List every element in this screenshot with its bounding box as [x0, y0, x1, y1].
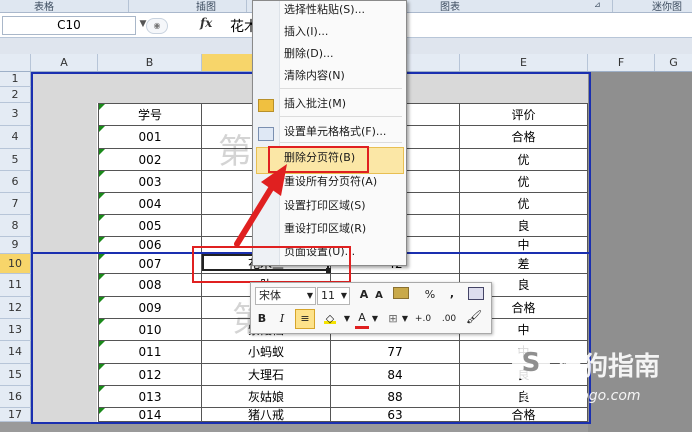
- menu-item-9[interactable]: 重设打印区域(R): [284, 221, 366, 237]
- row-header-5[interactable]: 5: [0, 149, 31, 171]
- column-header-g[interactable]: G: [655, 54, 692, 71]
- borders-icon[interactable]: ⊞: [385, 311, 401, 327]
- folder-icon: [258, 99, 274, 112]
- dialog-launcher-icon[interactable]: ⊿: [594, 0, 601, 9]
- row-header-8[interactable]: 8: [0, 215, 31, 237]
- brand-url: zhinan.sogo.com: [522, 388, 641, 404]
- menu-item-5[interactable]: 设置单元格格式(F)...: [284, 124, 386, 140]
- shrink-font-button[interactable]: A: [373, 288, 385, 304]
- accounting-format-icon[interactable]: [391, 287, 411, 303]
- row-header-10[interactable]: 10: [0, 254, 31, 274]
- italic-button[interactable]: I: [275, 311, 289, 327]
- grow-font-button[interactable]: A: [357, 287, 371, 303]
- menu-separator: [280, 142, 402, 143]
- increase-decimal-button[interactable]: +.0: [411, 311, 435, 327]
- format-painter-table-icon[interactable]: [467, 287, 485, 303]
- ribbon-group-tables: 表格: [34, 2, 54, 13]
- row-header-16[interactable]: 16: [0, 386, 31, 408]
- font-size-select[interactable]: 11 ▼: [317, 287, 350, 305]
- comma-button[interactable]: ,: [447, 286, 457, 302]
- sogou-logo-icon: S: [512, 344, 550, 382]
- fill-color-dropdown-icon[interactable]: ▼: [343, 311, 351, 327]
- row-header-7[interactable]: 7: [0, 193, 31, 215]
- name-box[interactable]: C10: [2, 16, 136, 35]
- row-header-9[interactable]: 9: [0, 237, 31, 254]
- decrease-decimal-button[interactable]: .00: [437, 311, 461, 327]
- menu-item-3[interactable]: 清除内容(N): [284, 68, 345, 84]
- brand-name: 搜狗指南: [556, 352, 661, 382]
- percent-button[interactable]: %: [423, 287, 437, 303]
- borders-dropdown-icon[interactable]: ▼: [401, 311, 409, 327]
- row-header-12[interactable]: 12: [0, 297, 31, 319]
- insert-function-icon[interactable]: fx: [200, 16, 212, 30]
- row-header-4[interactable]: 4: [0, 126, 31, 149]
- mini-toolbar: 宋体 ▼ 11 ▼ A A % , B I ≡ ◇ ▼ A ▼ ⊞ ▼ +.0 .0…: [250, 282, 492, 334]
- row-header-13[interactable]: 13: [0, 319, 31, 341]
- bold-button[interactable]: B: [255, 311, 269, 327]
- column-header-b[interactable]: B: [98, 54, 202, 71]
- annotation-box-cell: [192, 246, 351, 283]
- row-header-14[interactable]: 14: [0, 341, 31, 364]
- formula-bar-resize-icon[interactable]: ◉: [146, 18, 168, 34]
- annotation-arrow: [234, 164, 287, 247]
- menu-item-4[interactable]: 插入批注(M): [284, 96, 346, 112]
- ribbon-group-charts: 图表: [440, 2, 460, 13]
- menu-separator: [280, 116, 402, 117]
- column-header-e[interactable]: E: [460, 54, 588, 71]
- column-header-a[interactable]: A: [31, 54, 98, 71]
- center-align-icon[interactable]: ≡: [295, 309, 315, 329]
- row-header-6[interactable]: 6: [0, 171, 31, 193]
- font-name-select[interactable]: 宋体 ▼: [255, 287, 316, 305]
- row-header-15[interactable]: 15: [0, 364, 31, 386]
- row-header-17[interactable]: 17: [0, 408, 31, 422]
- row-header-2[interactable]: 2: [0, 87, 31, 103]
- fill-color-icon[interactable]: ◇: [319, 311, 341, 327]
- font-color-dropdown-icon[interactable]: ▼: [371, 311, 379, 327]
- row-header-1[interactable]: 1: [0, 72, 31, 87]
- menu-item-7[interactable]: 重设所有分页符(A): [284, 174, 377, 190]
- format-cells-icon: [258, 127, 274, 141]
- font-color-button[interactable]: A: [355, 310, 369, 329]
- row-header-3[interactable]: 3: [0, 103, 31, 126]
- menu-item-0[interactable]: 选择性粘贴(S)...: [284, 2, 365, 18]
- menu-item-1[interactable]: 插入(I)...: [284, 24, 328, 40]
- ribbon-group-illustrations: 插图: [196, 2, 216, 13]
- row-header-11[interactable]: 11: [0, 274, 31, 297]
- ribbon-group-sparklines: 迷你图: [652, 2, 682, 13]
- select-all-corner[interactable]: [0, 54, 31, 71]
- format-painter-icon[interactable]: 🖌: [465, 310, 483, 326]
- menu-item-8[interactable]: 设置打印区域(S): [284, 198, 366, 214]
- menu-item-2[interactable]: 删除(D)...: [284, 46, 334, 62]
- column-header-f[interactable]: F: [588, 54, 655, 71]
- menu-separator: [280, 88, 402, 89]
